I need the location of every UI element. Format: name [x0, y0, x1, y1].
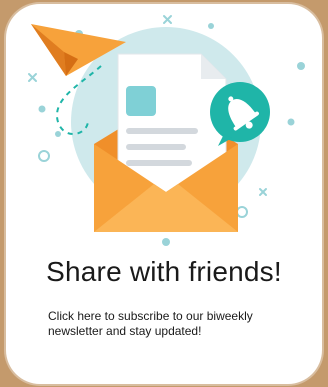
subscribe-card[interactable]: Share with friends! Click here to subscr… — [6, 4, 322, 384]
card-title: Share with friends! — [46, 256, 282, 287]
card-subtitle: Click here to subscribe to our biweekly … — [48, 309, 253, 338]
newsletter-illustration — [28, 15, 305, 246]
